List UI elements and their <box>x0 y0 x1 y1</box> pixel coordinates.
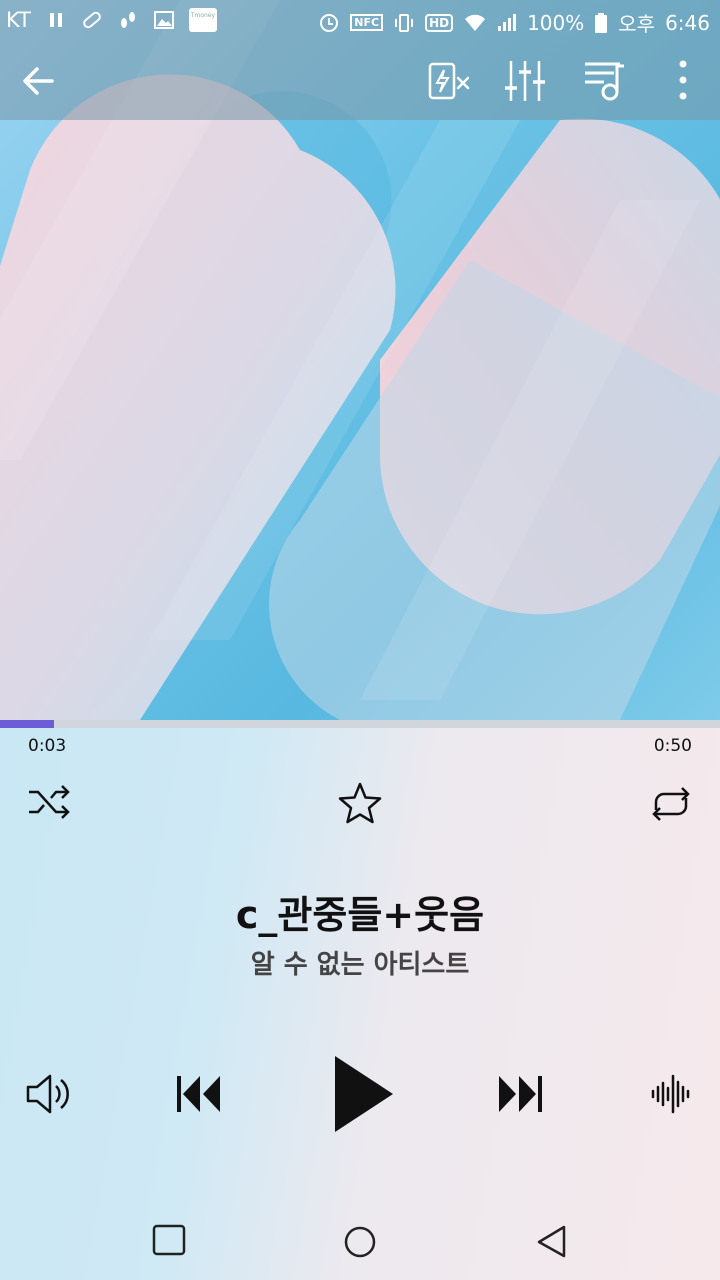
recents-square-icon <box>152 1224 186 1256</box>
shuffle-button[interactable] <box>26 782 72 826</box>
vibrate-icon <box>393 12 415 34</box>
toolbar <box>0 40 720 120</box>
pill-icon <box>81 9 103 31</box>
recents-button[interactable] <box>152 1222 186 1260</box>
status-bar: KT Tmoney NFC HD 100% 오후 6:46 <box>0 0 720 40</box>
equalizer-icon <box>505 61 545 101</box>
audio-visualizer-button[interactable] <box>650 1074 692 1118</box>
nfc-icon: NFC <box>350 14 384 31</box>
previous-button[interactable] <box>174 1072 224 1120</box>
footprints-icon <box>117 9 139 31</box>
carrier-label: KT <box>6 8 31 32</box>
more-options-button[interactable] <box>660 58 706 104</box>
flash-off-button[interactable] <box>424 58 474 104</box>
next-button[interactable] <box>496 1072 546 1120</box>
song-title: c_관중들+웃음 <box>235 893 485 937</box>
elapsed-time: 0:03 <box>28 736 67 756</box>
repeat-icon <box>652 787 690 821</box>
skip-next-icon <box>499 1076 542 1112</box>
back-arrow-icon <box>23 67 54 95</box>
seek-bar-progress <box>0 720 54 728</box>
volume-icon <box>26 1074 69 1114</box>
song-artist: 알 수 없는 아티스트 <box>250 950 470 980</box>
image-icon <box>153 9 175 31</box>
sound-wave-icon <box>651 1074 690 1114</box>
skip-previous-icon <box>177 1076 220 1112</box>
home-circle-icon <box>344 1226 376 1258</box>
signal-icon <box>495 12 517 34</box>
more-vert-icon <box>679 60 687 100</box>
favorite-button[interactable] <box>336 780 384 832</box>
flash-off-icon <box>428 62 470 100</box>
playlist-icon <box>585 62 624 101</box>
battery-percent: 100% <box>527 10 585 35</box>
pause-icon <box>45 9 67 31</box>
hd-voice-icon: HD <box>425 13 454 32</box>
playlist-button[interactable] <box>582 58 628 104</box>
play-button[interactable] <box>330 1052 396 1140</box>
tmoney-notification-icon: Tmoney <box>188 8 217 32</box>
music-player-screen: KT Tmoney NFC HD 100% 오후 6:46 0:03 0:50 … <box>0 0 720 1280</box>
sync-icon <box>318 12 340 34</box>
repeat-button[interactable] <box>648 784 694 828</box>
play-icon <box>335 1056 393 1132</box>
clock: 6:46 <box>665 10 710 35</box>
shuffle-icon <box>29 785 70 819</box>
time-period: 오후 <box>618 12 656 36</box>
battery-icon <box>594 12 608 34</box>
back-triangle-icon <box>537 1225 566 1258</box>
back-button[interactable] <box>16 58 62 104</box>
volume-button[interactable] <box>24 1070 74 1122</box>
equalizer-button[interactable] <box>502 58 548 104</box>
total-duration: 0:50 <box>653 736 692 756</box>
wifi-icon <box>463 12 486 34</box>
seek-bar[interactable] <box>0 720 720 728</box>
back-nav-button[interactable] <box>535 1222 569 1262</box>
home-button[interactable] <box>343 1222 377 1262</box>
star-icon <box>338 782 382 824</box>
